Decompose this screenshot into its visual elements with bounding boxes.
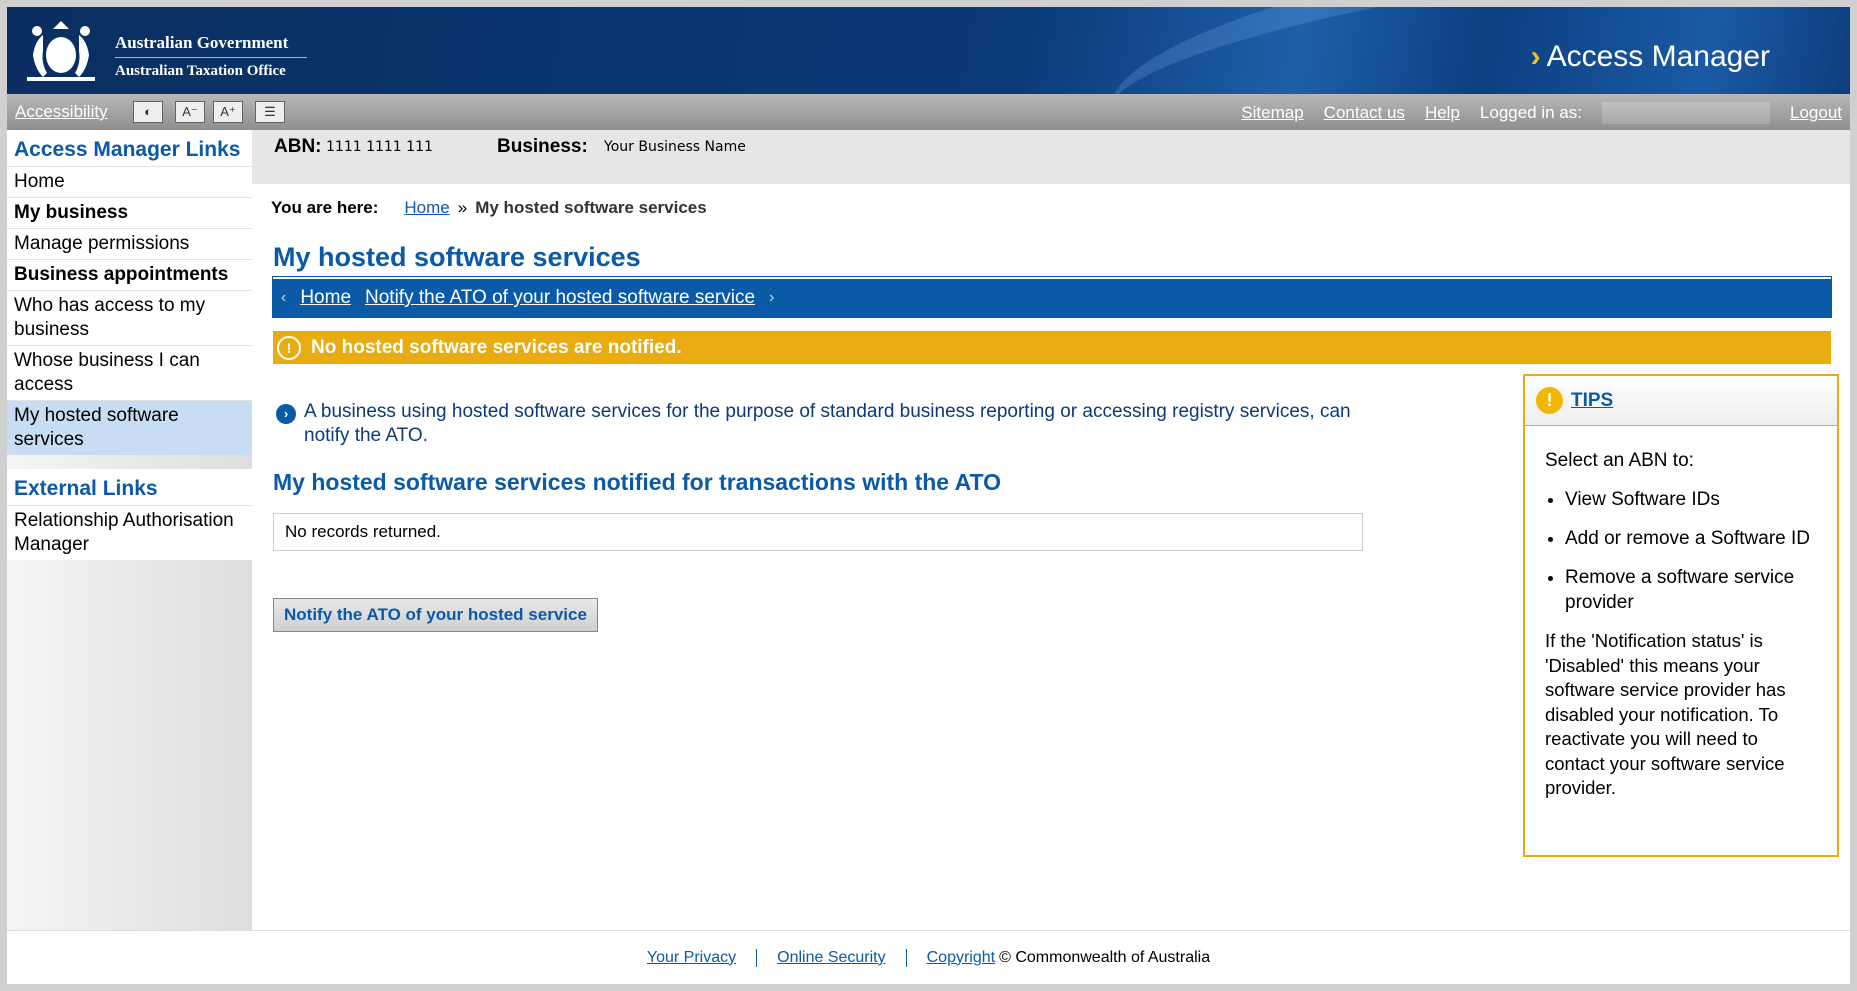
tips-item: Remove a software service provider [1565,565,1817,615]
abn-bar: ABN: 1111 1111 111 Business: Your Busine… [252,130,1850,184]
logged-in-label: Logged in as: [1479,103,1582,122]
site-header: Australian Government Australian Taxatio… [7,7,1850,94]
tips-body: Select an ABN to: View Software IDs Add … [1525,426,1837,801]
copyright-link[interactable]: Copyright [927,949,995,967]
gov-name: Australian Government [115,33,289,52]
tips-list: View Software IDs Add or remove a Softwa… [1565,487,1817,615]
tips-link[interactable]: TIPS [1571,390,1613,412]
breadcrumb-separator: » [457,198,468,217]
business-value: Your Business Name [604,139,746,155]
online-security-link[interactable]: Online Security [777,949,886,967]
tips-panel: ! TIPS Select an ABN to: View Software I… [1523,374,1839,857]
notify-ato-button[interactable]: Notify the ATO of your hosted service [273,598,598,632]
info-text: A business using hosted software service… [304,401,1351,446]
coat-of-arms-icon [27,21,95,81]
subnav-notify-link[interactable]: Notify the ATO of your hosted software s… [365,287,755,309]
tips-item: View Software IDs [1565,487,1817,512]
external-links-heading: External Links [7,469,252,505]
alert-icon: ! [277,335,301,360]
tips-intro: Select an ABN to: [1545,450,1694,471]
sidebar-item-business-appointments[interactable]: Business appointments [7,259,252,290]
text-larger-button[interactable]: A⁺ [213,101,243,123]
chevron-right-icon: › [1530,40,1541,73]
copyright-text: © Commonwealth of Australia [999,948,1211,966]
abn-value: 1111 1111 111 [326,139,433,155]
breadcrumb-prefix: You are here: [271,198,379,217]
records-box: No records returned. [273,513,1363,551]
alert-icon: ! [1536,387,1563,414]
sidebar-item-hosted-software[interactable]: My hosted software services [7,400,252,455]
contrast-icon[interactable]: ◐ [133,101,163,123]
sidebar-item-home[interactable]: Home [7,166,252,197]
app-title: › Access Manager [1530,40,1770,73]
privacy-link[interactable]: Your Privacy [647,949,736,967]
page-frame: Australian Government Australian Taxatio… [7,7,1850,984]
breadcrumb: You are here: Home » My hosted software … [271,198,707,218]
main-content: ABN: 1111 1111 111 Business: Your Busine… [252,130,1850,930]
info-message: › A business using hosted software servi… [276,400,1396,448]
agency-name: Australian Taxation Office [115,63,286,79]
section-heading: My hosted software services notified for… [273,469,1002,495]
breadcrumb-current: My hosted software services [475,198,707,217]
warning-banner: ! No hosted software services are notifi… [273,331,1831,364]
sidebar-item-manage-permissions[interactable]: Manage permissions [7,228,252,259]
page-title: My hosted software services [273,242,641,272]
logout-link[interactable]: Logout [1790,103,1842,123]
chevron-left-icon: ‹ [281,289,287,306]
sidebar-item-who-has-access[interactable]: Who has access to my business [7,290,252,345]
tips-item: Add or remove a Software ID [1565,526,1817,551]
abn-label: ABN: [274,136,322,157]
sidebar: Access Manager Links Home My business Ma… [7,130,252,930]
accessibility-link[interactable]: Accessibility [15,102,108,122]
chevron-right-icon: › [769,289,775,306]
user-name-redacted [1602,102,1770,124]
help-link[interactable]: Help [1425,103,1460,123]
text-smaller-button[interactable]: A⁻ [175,101,205,123]
sidebar-item-my-business[interactable]: My business [7,197,252,228]
sidebar-heading: Access Manager Links [7,130,252,166]
tips-header: ! TIPS [1525,376,1837,426]
sitemap-link[interactable]: Sitemap [1241,103,1303,123]
warning-text: No hosted software services are notified… [311,336,682,358]
footer: Your Privacy Online Security Copyright ©… [7,930,1850,984]
top-links: Sitemap Contact us Help Logged in as: Lo… [1241,102,1842,124]
tips-note: If the 'Notification status' is 'Disable… [1545,630,1786,798]
utility-toolbar: Accessibility ◐ A⁻ A⁺ ☰ Sitemap Contact … [7,94,1850,130]
subnav-home-link[interactable]: Home [300,287,351,309]
sidebar-item-whose-business[interactable]: Whose business I can access [7,345,252,400]
sub-navigation: ‹ Home Notify the ATO of your hosted sof… [272,276,1832,318]
breadcrumb-home-link[interactable]: Home [404,198,449,218]
business-label: Business: [497,136,588,157]
arrow-circle-icon: › [276,404,296,424]
contact-us-link[interactable]: Contact us [1324,103,1405,123]
layout-icon[interactable]: ☰ [255,101,285,123]
sidebar-item-ram[interactable]: Relationship Authorisation Manager [7,505,252,560]
